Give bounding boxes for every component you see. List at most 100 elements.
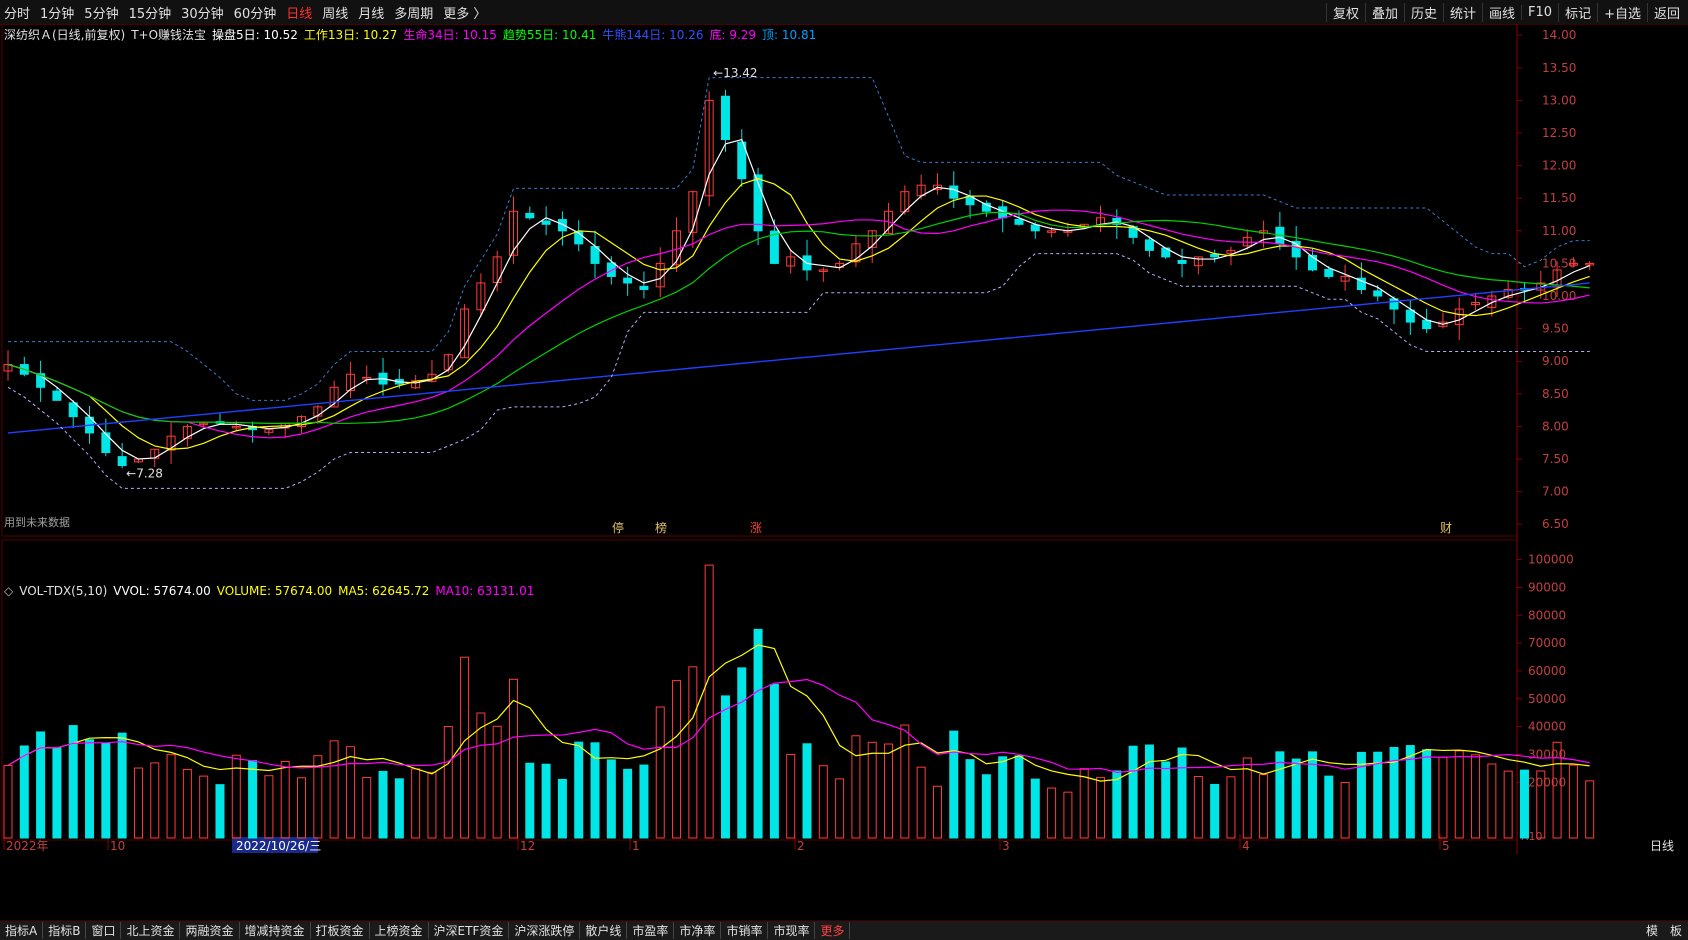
toolbar-button-4[interactable]: 画线: [1482, 2, 1521, 22]
candle-body: [623, 277, 633, 284]
future-data-note: 用到未来数据: [4, 515, 70, 529]
bottom-tab-1[interactable]: 指标B: [43, 922, 87, 939]
volume-bar: [1210, 783, 1220, 839]
volume-bar: [655, 706, 665, 839]
period-tab-9[interactable]: 多周期: [394, 3, 433, 22]
period-tab-5[interactable]: 60分钟: [234, 3, 277, 22]
toolbar-button-5[interactable]: F10: [1521, 4, 1558, 20]
toolbar-button-6[interactable]: 标记: [1558, 2, 1597, 22]
volume-bar: [1177, 747, 1187, 839]
volume-bar: [1047, 787, 1057, 839]
bottom-tab-13[interactable]: 市销率: [721, 922, 769, 939]
volume-bar: [1193, 776, 1203, 839]
ma144-line: [7, 282, 1590, 434]
volume-bar: [949, 730, 959, 839]
volume-tick-label: 100000: [1528, 553, 1574, 567]
volume-bar: [557, 778, 567, 839]
volume-bar: [443, 726, 453, 839]
period-tab-6[interactable]: 日线: [286, 3, 312, 22]
volume-bar: [916, 766, 926, 839]
toolbar-actions: 复权 叠加 历史 统计 画线 F10 标记 +自选 返回: [1325, 0, 1686, 24]
bottom-tab-2[interactable]: 窗口: [86, 922, 122, 939]
volume-tick-label: 80000: [1528, 608, 1566, 622]
volume-bar: [476, 712, 486, 839]
volume-bar: [248, 760, 258, 839]
volume-tick-label: 50000: [1528, 692, 1566, 706]
toolbar-button-1[interactable]: 叠加: [1364, 2, 1404, 22]
volume-tick-label: 30000: [1528, 747, 1566, 761]
top-channel-line: [8, 77, 1590, 401]
volume-bar: [150, 762, 160, 839]
volume-bar: [1487, 763, 1497, 839]
date-label: 2022/10/26/三: [236, 839, 321, 853]
candle-body: [1422, 319, 1432, 330]
volume-bar: [1079, 768, 1089, 839]
volume-bar: [753, 628, 763, 839]
volume-bar: [1568, 764, 1578, 839]
bottom-tab-0[interactable]: 指标A: [0, 922, 44, 939]
bottom-tab-8[interactable]: 沪深ETF资金: [429, 922, 510, 939]
event-marker: 榜: [655, 520, 667, 535]
bottom-tab-15[interactable]: 更多: [815, 922, 851, 939]
volume-tick-label: 40000: [1528, 720, 1566, 734]
period-tab-3[interactable]: 15分钟: [129, 3, 172, 22]
candle-body: [1324, 268, 1334, 277]
volume-bar: [1291, 758, 1301, 839]
bottom-tab-12[interactable]: 市净率: [674, 922, 722, 939]
bottom-tab-3[interactable]: 北上资金: [121, 922, 181, 939]
period-tab-7[interactable]: 周线: [322, 3, 348, 22]
toolbar-button-2[interactable]: 历史: [1403, 2, 1443, 22]
volume-tick-label: 90000: [1528, 580, 1566, 594]
period-toolbar: 分时 1分钟 5分钟 15分钟 30分钟 60分钟 日线 周线 月线 多周期 更多 〉 复权 叠加 历史…: [0, 0, 1688, 25]
bottom-tab-14[interactable]: 市现率: [768, 922, 816, 939]
toolbar-button-8[interactable]: 返回: [1646, 2, 1686, 22]
bottom-tab-11[interactable]: 市盈率: [627, 922, 675, 939]
volume-bar: [900, 724, 910, 839]
volume-bar: [19, 745, 29, 839]
candle-body: [68, 402, 78, 418]
bottom-tab-5[interactable]: 增减持资金: [240, 922, 311, 939]
volume-bar: [802, 743, 812, 839]
period-tab-10[interactable]: 更多 〉: [443, 3, 486, 22]
bottom-tab-10[interactable]: 散户线: [580, 922, 628, 939]
period-tab-8[interactable]: 月线: [358, 3, 384, 22]
volume-bar: [182, 768, 192, 839]
period-tab-0[interactable]: 分时: [4, 3, 30, 22]
toolbar-button-7[interactable]: +自选: [1597, 2, 1647, 22]
bottom-tab-6[interactable]: 打板资金: [311, 922, 370, 939]
volume-bar: [427, 771, 437, 839]
volume-bar: [965, 759, 975, 839]
ma55-line: [7, 211, 1590, 424]
volume-bar: [85, 739, 95, 839]
candle-body: [117, 456, 127, 467]
price-tick-label: 7.50: [1542, 452, 1569, 466]
chart-area[interactable]: 14.0013.5013.0012.5012.0011.5011.0010.50…: [0, 24, 1688, 920]
period-tab-4[interactable]: 30分钟: [181, 3, 224, 22]
candle-body: [1210, 253, 1220, 258]
bottom-tab-7[interactable]: 上榜资金: [370, 922, 429, 939]
volume-bar: [1471, 754, 1481, 839]
template-button-1[interactable]: 板: [1664, 922, 1688, 939]
volume-bar: [932, 785, 942, 839]
bottom-tab-9[interactable]: 沪深涨跌停: [509, 922, 581, 939]
volume-bar: [297, 777, 307, 839]
toolbar-button-3[interactable]: 统计: [1443, 2, 1482, 22]
period-tab-1[interactable]: 1分钟: [40, 3, 74, 22]
volume-bar: [769, 683, 779, 839]
price-panel-frame: [1, 24, 1518, 537]
volume-bar: [672, 680, 682, 839]
toolbar-button-0[interactable]: 复权: [1325, 2, 1365, 22]
date-label: 2: [797, 839, 805, 853]
volume-bar: [378, 770, 388, 839]
candle-body: [720, 95, 730, 141]
volume-bar: [851, 735, 861, 839]
volume-bar: [639, 764, 649, 839]
volume-bar: [1373, 751, 1383, 839]
event-marker: 涨: [750, 520, 762, 535]
template-button-0[interactable]: 模: [1640, 922, 1664, 939]
date-label: 3: [1002, 839, 1010, 853]
period-tab-2[interactable]: 5分钟: [84, 3, 118, 22]
price-tick-label: 11.00: [1542, 224, 1576, 238]
candle-body: [525, 212, 535, 219]
bottom-tab-4[interactable]: 两融资金: [180, 922, 240, 939]
